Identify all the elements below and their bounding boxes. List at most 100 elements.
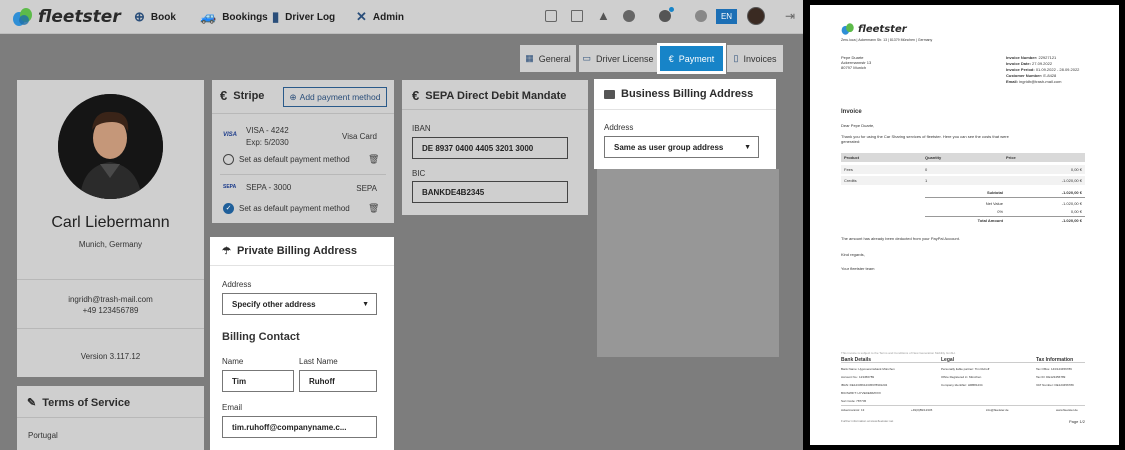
total-amount-value: -1.020,00 € bbox=[1061, 218, 1082, 223]
tools-icon: ✕ bbox=[356, 9, 367, 24]
invoice-period: Invoice Period: 01.09.2022 - 28.09.2022 bbox=[1006, 67, 1079, 72]
invoice-email: Email: ingridh@trash-mail.com bbox=[1006, 79, 1061, 84]
caret-down-icon: ▼ bbox=[744, 143, 751, 151]
invoice-table-header bbox=[841, 153, 1085, 162]
tab-invoices[interactable]: ▯ Invoices bbox=[727, 45, 783, 72]
iban-label: IBAN bbox=[412, 124, 431, 133]
top-navigation-bar: fleetster ⊕ Book 🚙 Bookings ▮ Driver Log… bbox=[0, 0, 803, 34]
legal-title: Legal bbox=[941, 357, 955, 363]
tax-line: Tax ID: DE123456789 bbox=[1036, 375, 1066, 379]
caret-down-icon: ▼ bbox=[362, 300, 369, 308]
legal-line: Office Registered in: München bbox=[941, 375, 982, 379]
trash-icon[interactable]: 🗑 bbox=[368, 203, 379, 214]
totals-divider bbox=[925, 197, 1085, 198]
total-amount-label: Total Amount bbox=[977, 218, 1003, 223]
nav-driver-log[interactable]: ▮ Driver Log bbox=[272, 9, 335, 25]
meta-value: ingridh@trash-mail.com bbox=[1019, 79, 1062, 84]
row-product: Credits bbox=[844, 178, 857, 183]
warning-icon[interactable]: ▲ bbox=[597, 8, 610, 23]
subtotal-value: -1.020,00 € bbox=[1061, 190, 1082, 195]
business-address-select[interactable]: Same as user group address ▼ bbox=[604, 136, 759, 158]
paid-note: The amount has already been deducted fro… bbox=[841, 236, 960, 241]
private-billing-card: ☂ Private Billing Address Address Specif… bbox=[210, 237, 394, 450]
meta-label: Customer Number: bbox=[1006, 73, 1043, 78]
help-icon[interactable] bbox=[659, 10, 671, 22]
user-avatar[interactable] bbox=[747, 7, 765, 25]
email-field[interactable]: tim.ruhoff@companyname.c... bbox=[222, 416, 377, 438]
closing: Kind regards, bbox=[841, 252, 865, 257]
globe-icon[interactable] bbox=[695, 10, 707, 22]
meta-value: 01.09.2022 - 28.09.2022 bbox=[1035, 67, 1080, 72]
contact-email: info@fleetster.de bbox=[986, 408, 1009, 412]
private-address-value: Specify other address bbox=[232, 299, 316, 309]
terms-title: ✎ Terms of Service bbox=[27, 396, 131, 410]
profile-divider-2 bbox=[17, 328, 204, 329]
meta-label: Invoice Date: bbox=[1006, 61, 1031, 66]
tab-general[interactable]: ▦ General bbox=[520, 45, 576, 72]
sender-line: Zeru.ioca | Ackermann Str. 13 | 81379 Mü… bbox=[841, 38, 933, 42]
invoice-document: fleetster Zeru.ioca | Ackermann Str. 13 … bbox=[810, 5, 1119, 445]
nav-bookings[interactable]: 🚙 Bookings bbox=[200, 9, 268, 25]
tab-driver-license-label: Driver License bbox=[595, 53, 654, 64]
business-address-label: Address bbox=[604, 123, 634, 132]
tab-payment[interactable]: € Payment bbox=[657, 43, 726, 74]
bic-field[interactable]: BANKDE4B2345 bbox=[412, 181, 568, 203]
stripe-divider bbox=[212, 113, 394, 114]
business-billing-title: Business Billing Address bbox=[604, 88, 753, 100]
contact-phone: +49(0)89/12345 bbox=[911, 408, 933, 412]
legal-line: Company Identifier: HRB81234 bbox=[941, 383, 983, 387]
tax-info-title: Tax Information bbox=[1036, 357, 1074, 363]
private-address-select[interactable]: Specify other address ▼ bbox=[222, 293, 377, 315]
recipient-line-3: 80797 Munich bbox=[841, 65, 867, 70]
right-background-panel bbox=[597, 169, 779, 357]
terms-divider bbox=[17, 417, 204, 418]
bank-line: BIC/SWIFT: HYVEDEMMXXX bbox=[841, 391, 881, 395]
terms-card: ✎ Terms of Service Portugal bbox=[17, 386, 204, 450]
visa-default-label: Set as default payment method bbox=[239, 155, 350, 164]
nav-book[interactable]: ⊕ Book bbox=[134, 9, 176, 25]
stripe-title: € Stripe bbox=[220, 88, 264, 103]
trash-icon[interactable]: 🗑 bbox=[368, 154, 379, 165]
tab-driver-license[interactable]: ▭ Driver License bbox=[579, 45, 657, 72]
add-payment-method-button[interactable]: ⊕ Add payment method bbox=[283, 87, 387, 107]
brand-name: fleetster bbox=[38, 7, 121, 27]
sepa-divider bbox=[402, 109, 588, 110]
subtotal-label: Subtotal bbox=[987, 190, 1003, 195]
invoice-number: Invoice Number: 22927121 bbox=[1006, 55, 1056, 60]
name-field[interactable]: Tim bbox=[222, 370, 294, 392]
last-name-field[interactable]: Ruhoff bbox=[299, 370, 377, 392]
email-label: Email bbox=[222, 403, 243, 412]
totals-divider-2 bbox=[925, 216, 1085, 217]
nav-bookings-label: Bookings bbox=[222, 11, 268, 23]
sepa-mandate-card: € SEPA Direct Debit Mandate IBAN DE 8937… bbox=[402, 80, 588, 215]
nav-admin[interactable]: ✕ Admin bbox=[356, 9, 404, 25]
meta-label: Invoice Period: bbox=[1006, 67, 1035, 72]
calendar-icon[interactable] bbox=[571, 10, 583, 22]
visa-type: Visa Card bbox=[342, 132, 377, 141]
document-icon[interactable] bbox=[545, 10, 557, 22]
brand-logo[interactable]: fleetster bbox=[12, 6, 121, 28]
profile-photo bbox=[58, 94, 163, 199]
bank-line: IBAN: DE12345612345678901234 bbox=[841, 383, 888, 387]
info-icon[interactable] bbox=[623, 10, 635, 22]
invoice-intro-2: generated: bbox=[841, 139, 861, 144]
net-value-value: -1.020,00 € bbox=[1061, 201, 1082, 206]
briefcase-icon bbox=[604, 89, 615, 99]
invoice-logo-text: fleetster bbox=[858, 23, 907, 35]
terms-title-text: Terms of Service bbox=[42, 396, 131, 409]
sepa-default-radio-checked[interactable]: ✓ bbox=[223, 203, 234, 214]
language-switch[interactable]: EN bbox=[716, 9, 737, 24]
terms-item[interactable]: Portugal bbox=[28, 431, 58, 440]
billing-contact-heading: Billing Contact bbox=[222, 331, 300, 343]
euro-icon: € bbox=[668, 53, 674, 64]
iban-field[interactable]: DE 8937 0400 4405 3201 3000 bbox=[412, 137, 568, 159]
business-billing-card: Business Billing Address Address Same as… bbox=[594, 79, 776, 169]
private-billing-divider bbox=[210, 265, 394, 266]
sepa-mandate-title: € SEPA Direct Debit Mandate bbox=[412, 88, 566, 103]
logout-icon[interactable]: ⇥ bbox=[785, 9, 795, 23]
visa-default-radio[interactable] bbox=[223, 154, 234, 165]
id-card-icon: ▭ bbox=[582, 53, 591, 63]
signature: Your fleetster team bbox=[841, 266, 875, 271]
tax-line: VAT Number: DE123456789 bbox=[1036, 383, 1074, 387]
footer-divider-2 bbox=[841, 405, 1085, 406]
